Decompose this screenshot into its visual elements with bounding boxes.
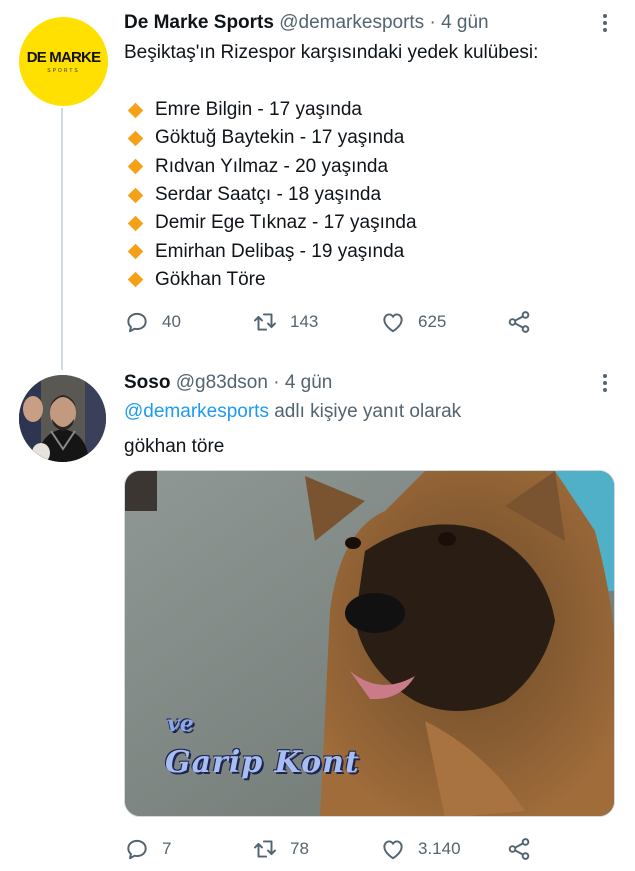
timestamp[interactable]: 4 gün bbox=[441, 12, 489, 33]
reply-button[interactable]: 7 bbox=[124, 836, 171, 862]
replying-to-suffix: adlı kişiye yanıt olarak bbox=[274, 401, 462, 422]
avatar-logo-text: DE MARKE bbox=[26, 48, 101, 66]
reply-icon bbox=[127, 312, 147, 333]
tweet-header: De Marke Sports @demarkesports · 4 gün bbox=[124, 12, 489, 34]
list-item: Serdar Saatçı - 18 yaşında bbox=[127, 181, 417, 209]
thread-connector-line bbox=[61, 108, 63, 370]
user-handle[interactable]: @demarkesports bbox=[279, 12, 424, 33]
retweet-count: 143 bbox=[290, 312, 319, 331]
retweet-button[interactable]: 143 bbox=[252, 309, 318, 335]
separator: · bbox=[273, 372, 280, 393]
reply-actions: 7 78 3.140 bbox=[124, 836, 544, 864]
orange-diamond-icon bbox=[127, 102, 144, 118]
reply-button[interactable]: 40 bbox=[124, 309, 181, 335]
tweet-text: Beşiktaş'ın Rizespor karşısındaki yedek … bbox=[124, 42, 539, 63]
media-caption-ve: ve bbox=[167, 711, 194, 737]
list-item: Demir Ege Tıknaz - 17 yaşında bbox=[127, 209, 417, 237]
list-item: Gökhan Töre bbox=[127, 266, 417, 294]
list-item: Emirhan Delibaş - 19 yaşında bbox=[127, 237, 417, 265]
list-item: Göktuğ Baytekin - 17 yaşında bbox=[127, 124, 417, 152]
retweet-count: 78 bbox=[290, 839, 309, 858]
retweet-icon bbox=[254, 313, 276, 331]
list-item: Emre Bilgin - 17 yaşında bbox=[127, 96, 417, 124]
reply-count: 40 bbox=[162, 312, 181, 331]
share-button[interactable] bbox=[506, 836, 532, 862]
reply-icon bbox=[127, 839, 147, 860]
display-name[interactable]: Soso bbox=[124, 372, 170, 393]
bench-list: Emre Bilgin - 17 yaşında Göktuğ Baytekin… bbox=[127, 96, 417, 294]
avatar-demarke[interactable]: DE MARKE SPORTS bbox=[19, 17, 108, 106]
like-button[interactable]: 625 bbox=[380, 309, 446, 335]
reply-text: gökhan töre bbox=[124, 436, 225, 457]
orange-diamond-icon bbox=[127, 187, 144, 203]
replying-to: @demarkesports adlı kişiye yanıt olarak bbox=[124, 400, 461, 424]
orange-diamond-icon bbox=[127, 215, 144, 232]
orange-diamond-icon bbox=[127, 158, 144, 175]
like-button[interactable]: 3.140 bbox=[380, 836, 461, 862]
share-icon bbox=[508, 838, 530, 860]
separator: · bbox=[429, 12, 436, 33]
mention-link[interactable]: @demarkesports bbox=[124, 401, 269, 422]
like-icon bbox=[383, 313, 403, 333]
orange-diamond-icon bbox=[127, 130, 144, 147]
media-image[interactable]: ve Garip Kont bbox=[124, 470, 615, 817]
timestamp[interactable]: 4 gün bbox=[285, 372, 333, 393]
avatar-soso[interactable] bbox=[19, 375, 106, 462]
reply-count: 7 bbox=[162, 839, 172, 858]
profile-photo bbox=[19, 375, 106, 462]
media-caption-title: Garip Kont bbox=[165, 745, 360, 780]
tweet-actions: 40 143 625 bbox=[124, 309, 544, 337]
retweet-icon bbox=[254, 840, 276, 858]
user-handle[interactable]: @g83dson bbox=[176, 372, 268, 393]
reply-header: Soso @g83dson · 4 gün bbox=[124, 372, 332, 394]
display-name[interactable]: De Marke Sports bbox=[124, 12, 274, 33]
share-icon bbox=[508, 311, 530, 333]
avatar-logo-subtext: SPORTS bbox=[47, 67, 80, 74]
orange-diamond-icon bbox=[127, 243, 144, 260]
list-item: Rıdvan Yılmaz - 20 yaşında bbox=[127, 153, 417, 181]
like-count: 625 bbox=[418, 312, 447, 331]
like-icon bbox=[383, 840, 403, 860]
more-icon[interactable] bbox=[603, 374, 607, 395]
retweet-button[interactable]: 78 bbox=[252, 836, 309, 862]
like-count: 3.140 bbox=[418, 839, 461, 858]
orange-diamond-icon bbox=[127, 272, 144, 288]
more-icon[interactable] bbox=[603, 14, 607, 35]
share-button[interactable] bbox=[506, 309, 532, 335]
